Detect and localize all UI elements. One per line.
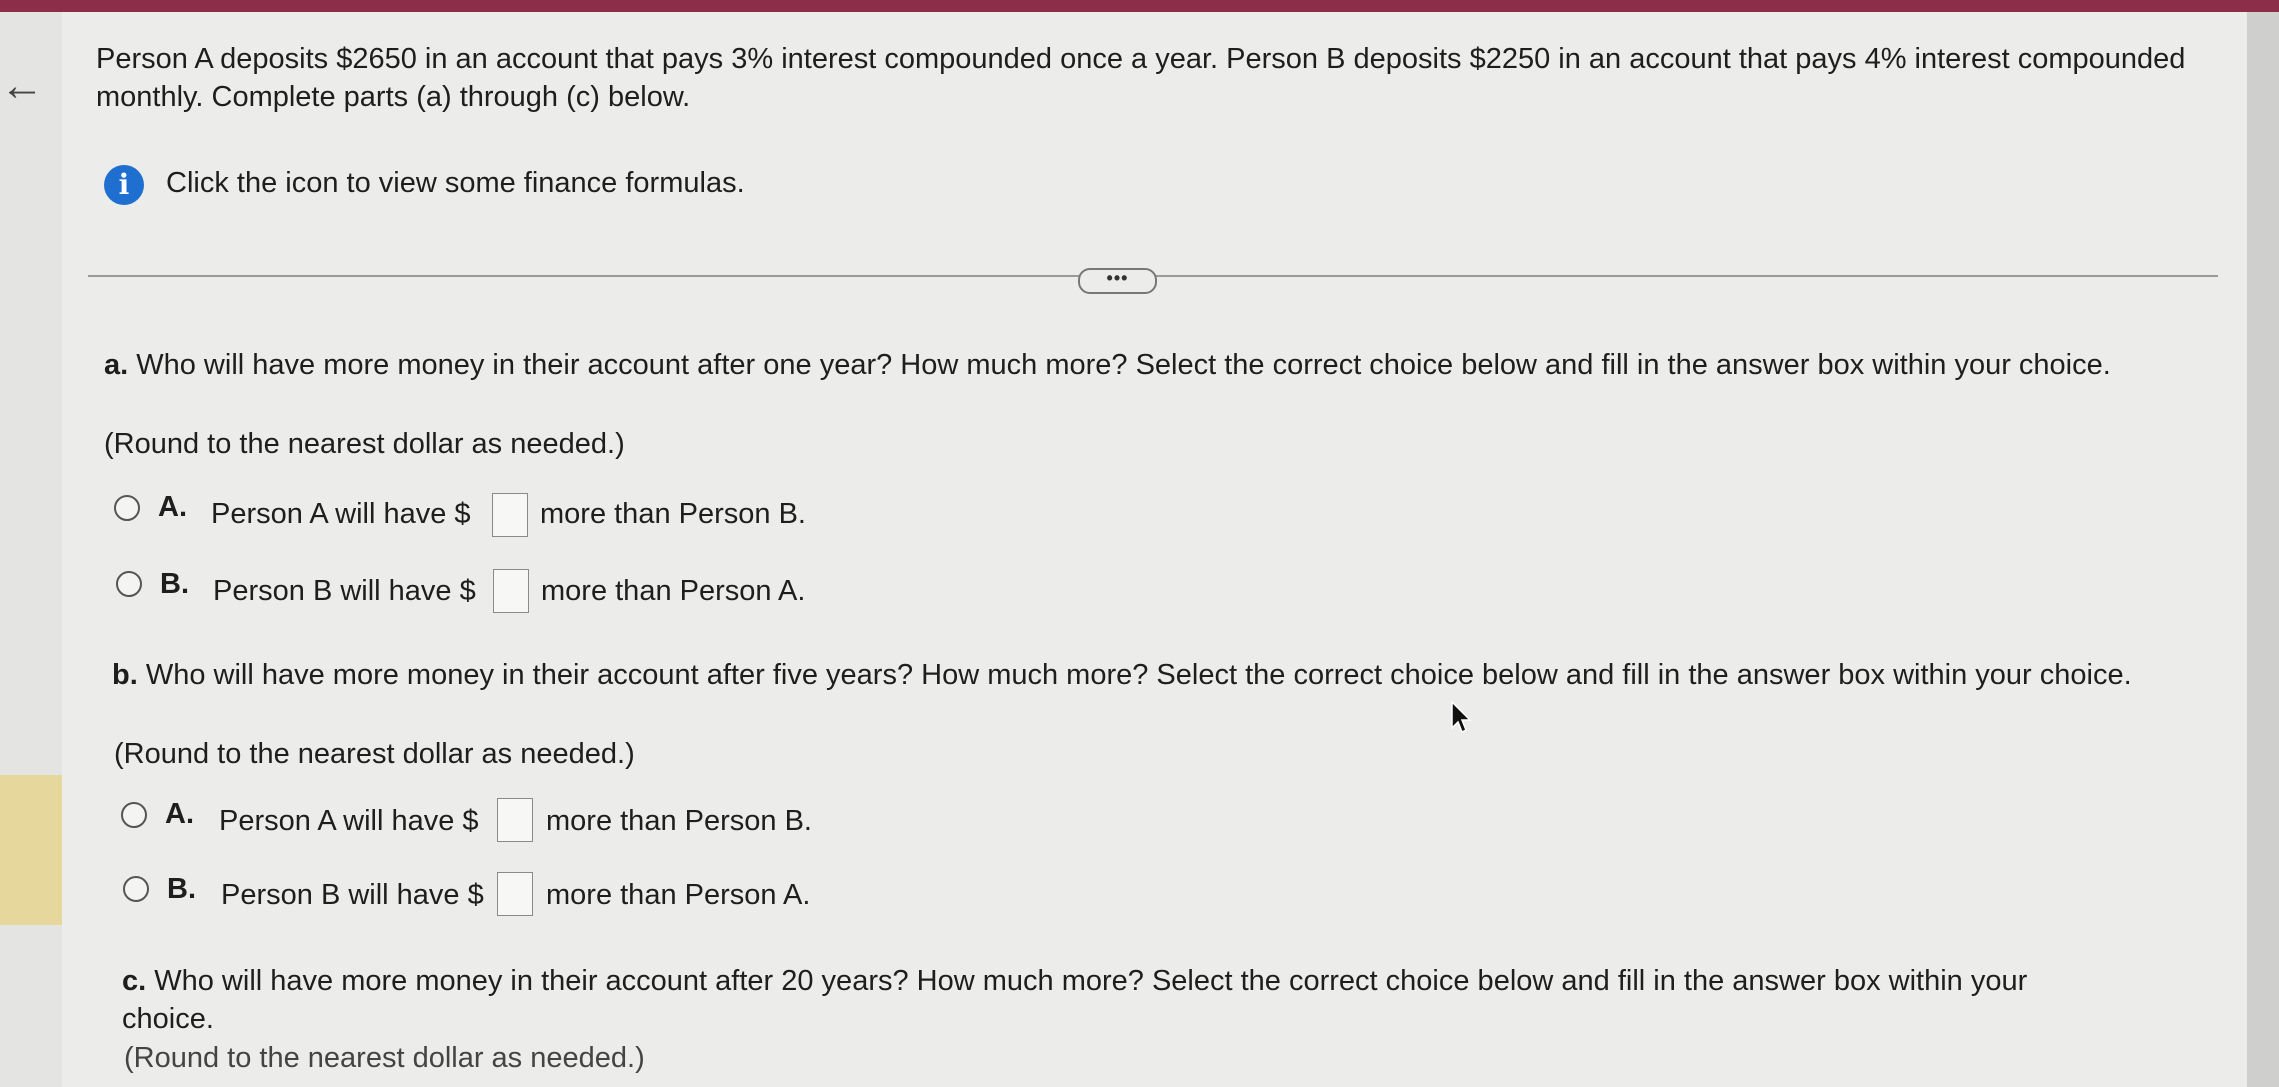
part-b-option-a-prefix: Person A will have $ (219, 805, 479, 837)
part-b-round-note: (Round to the nearest dollar as needed.) (114, 738, 635, 770)
part-b-option-b-radio[interactable] (123, 876, 149, 902)
part-b-option-b-prefix: Person B will have $ (221, 879, 484, 911)
part-a-option-b-prefix: Person B will have $ (213, 575, 476, 607)
part-a-text: Who will have more money in their accoun… (136, 349, 2111, 381)
left-strip (0, 12, 62, 1087)
part-a-label: a. (104, 349, 129, 381)
part-c-question: c. Who will have more money in their acc… (122, 962, 2122, 1038)
part-c-text: Who will have more money in their accoun… (122, 965, 2028, 1035)
part-a-question: a. Who will have more money in their acc… (104, 346, 2124, 384)
part-a-round-note: (Round to the nearest dollar as needed.) (104, 428, 625, 460)
right-edge (2247, 12, 2279, 1087)
part-a-option-b-radio[interactable] (116, 571, 142, 597)
part-a-option-b-answer-box[interactable] (493, 569, 529, 613)
part-b-text: Who will have more money in their accoun… (145, 659, 2132, 691)
part-c-round-note: (Round to the nearest dollar as needed.) (124, 1042, 645, 1074)
part-a-option-a-prefix: Person A will have $ (211, 498, 471, 530)
part-b-option-a-suffix: more than Person B. (546, 805, 812, 837)
part-a-option-a-answer-box[interactable] (492, 493, 528, 537)
more-button[interactable]: ••• (1078, 268, 1157, 294)
mouse-cursor-icon (1451, 700, 1472, 734)
problem-statement: Person A deposits $2650 in an account th… (96, 43, 2186, 113)
part-b-option-b-suffix: more than Person A. (546, 879, 811, 911)
part-a-option-a-letter: A. (158, 491, 187, 523)
part-b-question: b. Who will have more money in their acc… (112, 656, 2132, 694)
part-b-option-a-answer-box[interactable] (497, 798, 533, 842)
part-b-option-a-letter: A. (165, 798, 194, 830)
part-b-option-a-radio[interactable] (121, 802, 147, 828)
part-b-option-b-answer-box[interactable] (497, 872, 533, 916)
part-b-label: b. (112, 659, 138, 691)
part-a-option-a-suffix: more than Person B. (540, 498, 806, 530)
part-a-option-a-radio[interactable] (114, 495, 140, 521)
part-a-option-b-suffix: more than Person A. (541, 575, 806, 607)
part-b-option-b-letter: B. (167, 873, 196, 905)
back-arrow-icon[interactable]: ← (0, 64, 44, 108)
info-text: Click the icon to view some finance form… (166, 167, 745, 199)
part-a-option-b-letter: B. (160, 568, 189, 600)
part-c-label: c. (122, 965, 147, 997)
top-bar (0, 0, 2279, 12)
info-icon[interactable]: i (104, 165, 144, 205)
